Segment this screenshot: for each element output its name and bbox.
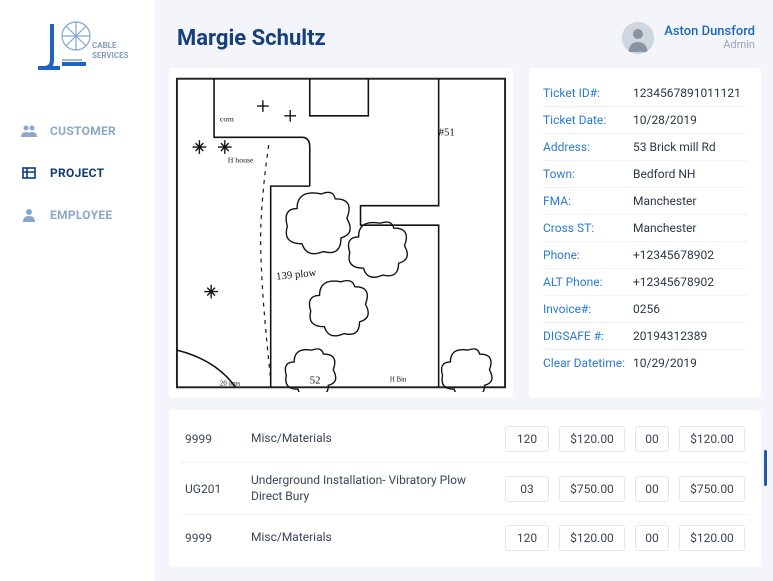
svg-text:CABLE: CABLE — [92, 41, 117, 50]
svg-text:52: 52 — [310, 374, 321, 386]
fma: Manchester — [633, 194, 696, 208]
line-items: 9999 Misc/Materials 120 $120.00 00 $120.… — [169, 410, 761, 567]
sidebar-item-project[interactable]: PROJECT — [0, 152, 155, 194]
info-label: Invoice#: — [543, 302, 633, 316]
town: Bedford NH — [633, 167, 695, 181]
cell-total[interactable]: $120.00 — [679, 525, 745, 551]
svg-text:20 drps: 20 drps — [220, 380, 241, 387]
info-label: Town: — [543, 167, 633, 181]
user-name: Aston Dunsford — [664, 25, 755, 39]
sidebar-item-employee[interactable]: EMPLOYEE — [0, 194, 155, 236]
svg-text:#51: #51 — [439, 126, 455, 138]
alt-phone: +12345678902 — [633, 275, 714, 289]
site-sketch: #51 139 plow 52 corn H house 20 drps H B… — [169, 68, 513, 398]
info-label: Address: — [543, 140, 633, 154]
ticket-id: 1234567891011121 — [633, 86, 741, 100]
cross-st: Manchester — [633, 221, 696, 235]
cell-price[interactable]: $120.00 — [559, 525, 625, 551]
cell-desc: Misc/Materials — [251, 530, 495, 546]
info-label: DIGSAFE #: — [543, 329, 633, 343]
table-row: 9999 Misc/Materials 120 $120.00 00 $120.… — [181, 416, 749, 463]
cell-code: 9999 — [185, 432, 241, 446]
main: Margie Schultz Aston Dunsford Admin — [155, 0, 773, 581]
info-label: ALT Phone: — [543, 275, 633, 289]
cell-ext[interactable]: 00 — [635, 476, 669, 502]
avatar — [622, 22, 654, 54]
address: 53 Brick mill Rd — [633, 140, 716, 154]
nav-label: PROJECT — [50, 166, 104, 180]
cell-qty[interactable]: 120 — [505, 525, 549, 551]
svg-text:SERVICES: SERVICES — [92, 51, 128, 60]
user-role: Admin — [664, 39, 755, 51]
invoice: 0256 — [633, 302, 660, 316]
phone: +12345678902 — [633, 248, 714, 262]
info-label: Phone: — [543, 248, 633, 262]
sidebar: CABLE SERVICES CUSTOMER PROJECT EMPLOYEE — [0, 0, 155, 581]
cell-qty[interactable]: 03 — [505, 476, 549, 502]
cell-desc: Misc/Materials — [251, 431, 495, 447]
person-icon — [20, 208, 38, 222]
nav-label: CUSTOMER — [50, 124, 116, 138]
brand-logo: CABLE SERVICES — [0, 18, 155, 74]
info-label: Cross ST: — [543, 221, 633, 235]
svg-text:H Bin: H Bin — [390, 376, 407, 383]
user-text: Aston Dunsford Admin — [664, 25, 755, 51]
info-label: FMA: — [543, 194, 633, 208]
cell-qty[interactable]: 120 — [505, 426, 549, 452]
sidebar-item-customer[interactable]: CUSTOMER — [0, 110, 155, 152]
cell-code: 9999 — [185, 531, 241, 545]
cell-ext[interactable]: 00 — [635, 426, 669, 452]
page-title: Margie Schultz — [177, 26, 326, 51]
svg-text:corn: corn — [220, 115, 234, 124]
cell-price[interactable]: $750.00 — [559, 476, 625, 502]
project-icon — [20, 166, 38, 180]
svg-text:H house: H house — [228, 156, 254, 165]
cell-total[interactable]: $120.00 — [679, 426, 745, 452]
nav-label: EMPLOYEE — [50, 208, 112, 222]
info-label: Ticket Date: — [543, 113, 633, 127]
cell-ext[interactable]: 00 — [635, 525, 669, 551]
header: Margie Schultz Aston Dunsford Admin — [169, 10, 761, 56]
info-label: Clear Datetime: — [543, 356, 633, 370]
ticket-date: 10/28/2019 — [633, 113, 697, 127]
digsafe: 20194312389 — [633, 329, 707, 343]
table-row: UG201 Underground Installation- Vibrator… — [181, 463, 749, 515]
info-label: Ticket ID#: — [543, 86, 633, 100]
table-row: 9999 Misc/Materials 120 $120.00 00 $120.… — [181, 515, 749, 561]
scroll-indicator[interactable] — [764, 450, 767, 486]
ticket-info: Ticket ID#:1234567891011121 Ticket Date:… — [529, 68, 761, 398]
user-menu[interactable]: Aston Dunsford Admin — [622, 22, 755, 54]
cell-price[interactable]: $120.00 — [559, 426, 625, 452]
cell-desc: Underground Installation- Vibratory Plow… — [251, 473, 495, 504]
cell-total[interactable]: $750.00 — [679, 476, 745, 502]
cell-code: UG201 — [185, 482, 241, 496]
clear-dt: 10/29/2019 — [633, 356, 697, 370]
users-icon — [20, 124, 38, 138]
